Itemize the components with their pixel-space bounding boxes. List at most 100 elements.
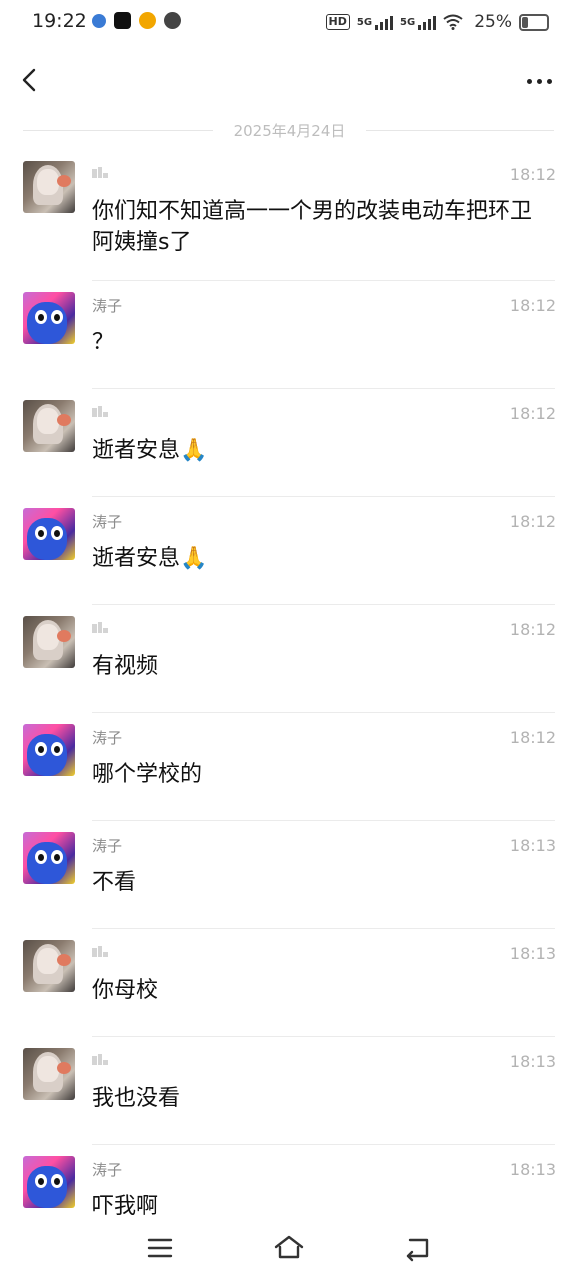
- message-text: 有视频: [92, 654, 159, 679]
- message-item[interactable]: 18:13 你母校: [0, 929, 579, 1037]
- message-text: 逝者安息🙏: [92, 438, 208, 463]
- status-time: 19:22: [32, 10, 87, 32]
- chat-header: [0, 56, 579, 106]
- message-time: 18:12: [509, 165, 556, 184]
- sender-name-icon: [92, 1054, 108, 1066]
- weibo-app-icon: [139, 12, 156, 29]
- nav-back-button[interactable]: [401, 1231, 435, 1265]
- avatar-eye: [35, 526, 47, 540]
- avatar-face: [37, 169, 59, 195]
- message-time: 18:13: [509, 836, 556, 855]
- avatar[interactable]: [23, 1048, 75, 1100]
- sender-name-icon: [92, 406, 108, 418]
- battery-percent: 25%: [474, 12, 512, 32]
- message-item[interactable]: 18:12 你们知不知道高一一个男的改装电动车把环卫阿姨撞s了: [0, 150, 579, 281]
- avatar-eye: [35, 1174, 47, 1188]
- avatar-body: [27, 518, 67, 560]
- message-time: 18:12: [509, 296, 556, 315]
- message-item[interactable]: 18:12 逝者安息🙏: [0, 389, 579, 497]
- avatar-eye: [51, 310, 63, 324]
- notification-icons: [92, 12, 181, 29]
- message-time: 18:12: [509, 404, 556, 423]
- network-type-2: 5G: [400, 16, 416, 28]
- back-button[interactable]: [14, 62, 50, 98]
- avatar-body: [27, 1166, 67, 1208]
- message-text: 你母校: [92, 978, 159, 1003]
- avatar-flower: [57, 1062, 71, 1074]
- avatar[interactable]: [23, 724, 75, 776]
- message-item[interactable]: 涛子 18:12 哪个学校的: [0, 713, 579, 821]
- network-type-1: 5G: [356, 16, 373, 28]
- avatar-eye: [35, 310, 47, 324]
- message-text: 逝者安息🙏: [92, 546, 208, 571]
- message-item[interactable]: 涛子 18:13 不看: [0, 821, 579, 929]
- message-item[interactable]: 涛子 18:12 ？: [0, 281, 579, 389]
- chat-app-icon: [164, 12, 181, 29]
- message-time: 18:13: [509, 1052, 556, 1071]
- message-text: 哪个学校的: [92, 762, 203, 787]
- message-time: 18:13: [509, 1160, 556, 1179]
- avatar-flower: [57, 414, 71, 426]
- avatar-eye: [35, 742, 47, 756]
- message-time: 18:12: [509, 728, 556, 747]
- sender-name-icon: [92, 622, 108, 634]
- sender-name-icon: [92, 946, 108, 958]
- avatar-body: [27, 734, 67, 776]
- avatar[interactable]: [23, 292, 75, 344]
- more-button[interactable]: [519, 68, 559, 94]
- avatar[interactable]: [23, 161, 75, 213]
- more-horizontal-icon: [526, 78, 532, 84]
- message-list[interactable]: 18:12 你们知不知道高一一个男的改装电动车把环卫阿姨撞s了 涛子 18:12 ？ 18…: [0, 150, 579, 1215]
- avatar[interactable]: [23, 616, 75, 668]
- avatar-eye: [51, 1174, 63, 1188]
- message-time: 18:13: [509, 944, 556, 963]
- tiktok-app-icon: [114, 12, 131, 29]
- home-button[interactable]: [272, 1231, 306, 1265]
- avatar-flower: [57, 630, 71, 642]
- avatar-flower: [57, 175, 71, 187]
- avatar-eye: [51, 850, 63, 864]
- avatar-eye: [51, 526, 63, 540]
- avatar[interactable]: [23, 508, 75, 560]
- avatar-eye: [35, 850, 47, 864]
- message-text: 你们知不知道高一一个男的改装电动车把环卫阿姨撞s了: [92, 199, 533, 255]
- avatar[interactable]: [23, 1156, 75, 1208]
- system-nav-bar: [0, 1215, 579, 1280]
- message-item[interactable]: 涛子 18:12 逝者安息🙏: [0, 497, 579, 605]
- message-time: 18:12: [509, 620, 556, 639]
- avatar-body: [27, 842, 67, 884]
- avatar-face: [37, 948, 59, 974]
- avatar-flower: [57, 954, 71, 966]
- menu-icon: [147, 1238, 173, 1258]
- message-item[interactable]: 涛子 18:13 吓我啊: [0, 1145, 579, 1215]
- more-dot: [536, 78, 542, 84]
- avatar-face: [37, 408, 59, 434]
- home-icon: [274, 1235, 304, 1259]
- message-text: 我也没看: [92, 1086, 181, 1111]
- avatar-face: [37, 1056, 59, 1082]
- avatar[interactable]: [23, 832, 75, 884]
- message-time: 18:12: [509, 512, 556, 531]
- avatar[interactable]: [23, 940, 75, 992]
- more-dot: [546, 78, 552, 84]
- avatar-body: [27, 302, 67, 344]
- avatar-eye: [51, 742, 63, 756]
- status-bar: 19:22 HD 5G 5G 25%: [0, 0, 579, 44]
- paw-app-icon: [92, 14, 106, 28]
- message-item[interactable]: 18:13 我也没看: [0, 1037, 579, 1145]
- hd-voice-icon: HD: [325, 14, 350, 30]
- divider-line: [366, 130, 554, 131]
- sender-name-icon: [92, 167, 108, 179]
- message-item[interactable]: 18:12 有视频: [0, 605, 579, 713]
- message-text: 吓我啊: [92, 1194, 159, 1215]
- menu-button[interactable]: [143, 1231, 177, 1265]
- message-text: 不看: [92, 870, 137, 895]
- sender-name: 涛子: [92, 297, 123, 315]
- avatar[interactable]: [23, 400, 75, 452]
- back-icon: [406, 1238, 429, 1262]
- sender-name: 涛子: [92, 513, 123, 531]
- sender-name: 涛子: [92, 1161, 123, 1179]
- date-divider: 2025年4月24日: [0, 120, 579, 142]
- signal-icon-2: [418, 14, 437, 30]
- signal-icon-1: [375, 14, 394, 30]
